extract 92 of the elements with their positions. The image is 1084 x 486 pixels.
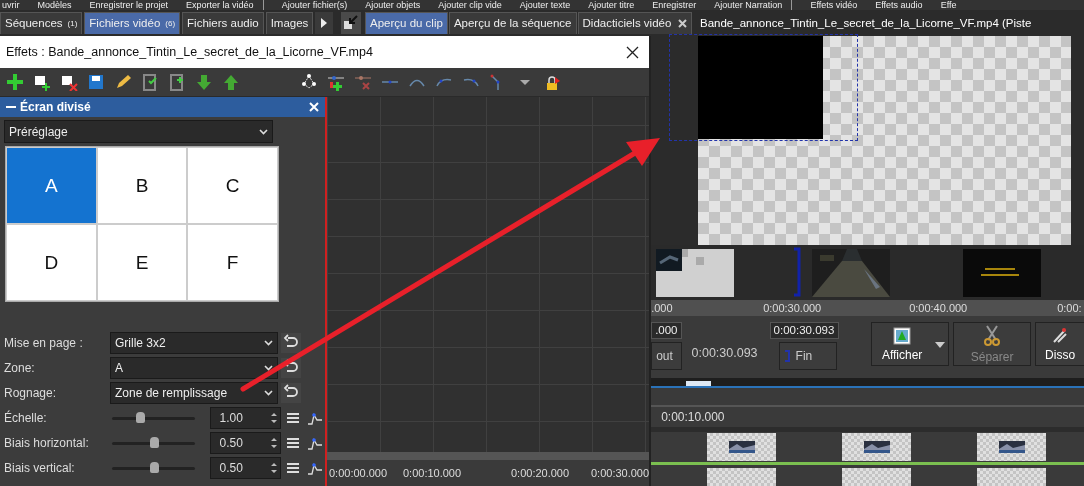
menu-item[interactable]: Ajouter texte (519, 0, 571, 10)
setting-dropdown[interactable]: Zone de remplissage (110, 382, 278, 404)
reset-icon[interactable] (281, 333, 301, 353)
scissors-icon (983, 324, 1002, 347)
setting-dropdown[interactable]: Grille 3x2 (110, 332, 278, 354)
ruler-label: 0:00:00.000 (329, 467, 389, 479)
ruler-label: 0:00:10.000 (403, 467, 463, 479)
film-add-icon[interactable] (168, 73, 186, 91)
menu-item[interactable]: Enregistrer le projet (89, 0, 169, 10)
video-clip[interactable] (707, 433, 777, 461)
add-keyframe-icon[interactable] (327, 73, 345, 91)
scroll-thumb[interactable] (686, 381, 712, 386)
caret-icon[interactable] (935, 342, 946, 348)
zone-cell[interactable]: D (6, 224, 97, 301)
delete-keyframe-icon[interactable] (354, 73, 372, 91)
reset-icon[interactable] (281, 383, 301, 403)
menu-item[interactable]: uvrir (2, 0, 20, 10)
number-field[interactable]: 0.50 (210, 457, 281, 479)
effect-name: Écran divisé (20, 100, 92, 114)
selection-frame[interactable] (669, 34, 859, 141)
add-icon[interactable] (6, 73, 24, 91)
film-check-icon[interactable] (141, 73, 159, 91)
ruler-label: 0:00:30.000 (591, 467, 650, 479)
duration-label: 0:00:30.093 (691, 346, 758, 360)
effect-header[interactable]: Écran divisé (0, 97, 325, 117)
save-icon[interactable] (87, 73, 105, 91)
zone-cell[interactable]: A (6, 147, 97, 224)
menu-item[interactable]: Effets vidéo (810, 0, 858, 10)
chevron-down-icon (264, 365, 273, 371)
menu-item[interactable]: Ajouter objets (365, 0, 421, 10)
ruler-label: .000 (651, 302, 674, 314)
setting-label: Rognage: (4, 386, 58, 400)
zone-cell[interactable]: C (187, 147, 278, 224)
tab[interactable]: Aperçu du clip (365, 12, 448, 34)
ruler-label: 0:00:10.000 (661, 410, 725, 424)
picture-icon (893, 326, 912, 345)
chevron-down-icon (264, 340, 273, 346)
menu-item[interactable]: Enregistrer (652, 0, 697, 10)
end-button[interactable]: Fin (778, 342, 837, 370)
number-field[interactable]: 1.00 (210, 407, 281, 429)
video-clip[interactable] (842, 433, 912, 461)
action-button[interactable]: Disso (1035, 322, 1084, 366)
zone-cell[interactable]: B (96, 147, 188, 224)
ruler-label: 0:00:40.000 (909, 302, 969, 314)
clip-title: Bande_annonce_Tintin_Le_secret_de_la_Licorne_VF.mp4 (Piste (699, 17, 1032, 31)
menu-item[interactable]: Effets audio (875, 0, 923, 10)
ruler-label: 0:00:20.000 (511, 467, 571, 479)
up-arrow-icon[interactable] (222, 73, 240, 91)
undock-icon[interactable] (341, 12, 362, 34)
node-graph-icon[interactable] (300, 73, 318, 91)
dialog-title: Effets : Bande_annonce_Tintin_Le_secret_de_la_Licorne_VF.mp4 (6, 45, 373, 59)
video-clip[interactable] (707, 468, 777, 486)
setting-label: Échelle: (4, 411, 48, 425)
preset-dropdown[interactable]: Préréglage (4, 120, 273, 143)
start-time-field[interactable]: .000 (651, 322, 682, 339)
setting-label: Zone: (4, 361, 36, 375)
collapse-icon[interactable] (6, 105, 16, 109)
next-tab-icon[interactable] (315, 12, 334, 34)
action-button[interactable]: Afficher (871, 322, 950, 366)
zone-cell[interactable]: F (187, 224, 278, 301)
menu-item[interactable]: Ajouter fichier(s) (281, 0, 348, 10)
video-clip[interactable] (977, 468, 1047, 486)
ruler-label: 0:00: (1057, 302, 1082, 314)
setting-label: Biais vertical: (4, 461, 76, 475)
tab[interactable]: Fichiers audio (182, 12, 264, 34)
pencil-icon[interactable] (114, 73, 132, 91)
tab[interactable]: Didacticiels vidéo (577, 12, 693, 34)
menu-item[interactable]: Ajouter clip vide (438, 0, 502, 10)
video-clip[interactable] (842, 468, 912, 486)
setting-label: Mise en page : (4, 336, 84, 350)
out-point-marker[interactable] (793, 247, 802, 297)
setting-dropdown[interactable]: A (110, 357, 278, 379)
remove-layer-icon[interactable] (60, 73, 78, 91)
end-time-field[interactable]: 0:00:30.093 (769, 322, 840, 339)
close-icon[interactable] (626, 45, 640, 59)
tab[interactable]: Aperçu de la séquence (448, 12, 577, 34)
chevron-down-icon (259, 128, 268, 135)
zone-cell[interactable]: E (96, 224, 188, 301)
menu-item[interactable]: Effe (940, 0, 957, 10)
menu-item[interactable]: Ajouter titre (588, 0, 635, 10)
dissolve-icon (1051, 326, 1070, 345)
start-button[interactable]: out (651, 342, 682, 370)
video-clip[interactable] (977, 433, 1047, 461)
chevron-down-icon (264, 390, 273, 396)
number-field[interactable]: 0.50 (210, 432, 281, 454)
menu-item[interactable]: Modèles (37, 0, 72, 10)
down-arrow-icon[interactable] (195, 73, 213, 91)
add-layer-icon[interactable] (33, 73, 51, 91)
tab[interactable]: Images (265, 12, 314, 34)
bracket-icon (783, 350, 790, 362)
ruler-label: 0:00:30.000 (763, 302, 823, 314)
setting-label: Biais horizontal: (4, 436, 90, 450)
